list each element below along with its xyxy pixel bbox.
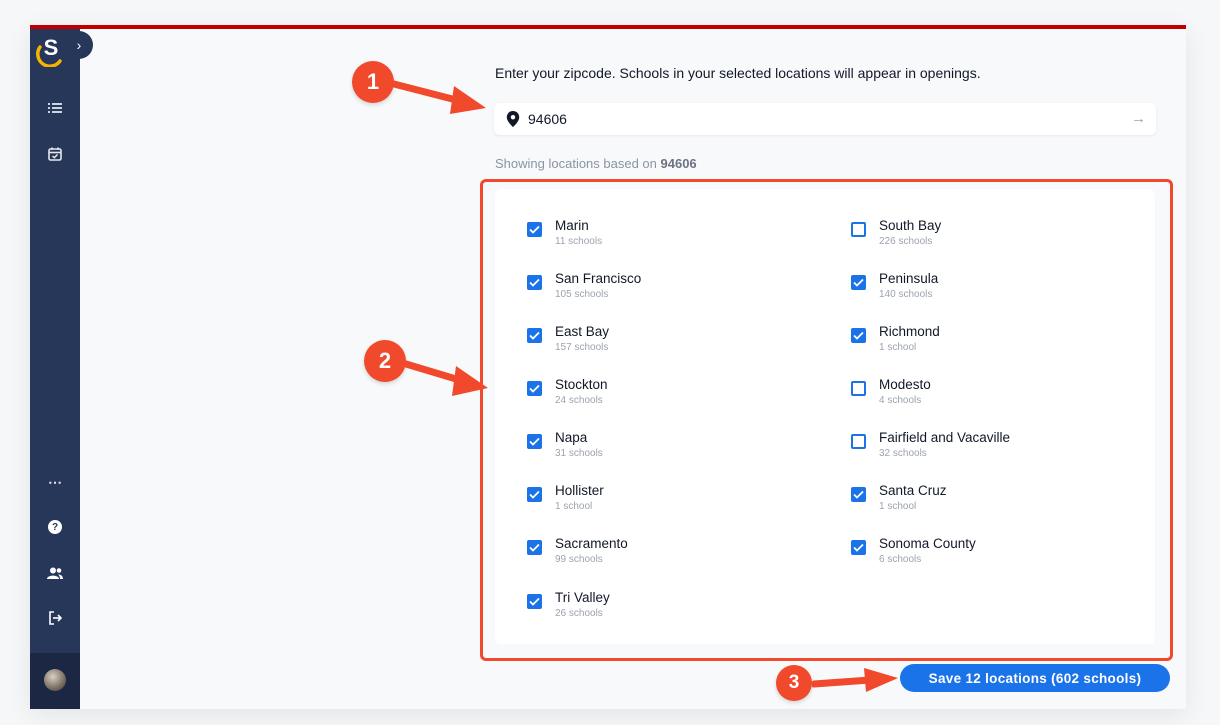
checkbox-checked[interactable] xyxy=(527,487,542,502)
location-name: Stockton xyxy=(555,377,608,392)
location-count: 26 schools xyxy=(555,608,603,619)
annotation-marker-1: 1 xyxy=(352,61,394,103)
checkbox-checked[interactable] xyxy=(527,381,542,396)
location-name: East Bay xyxy=(555,324,610,339)
people-icon[interactable] xyxy=(43,561,67,585)
help-icon[interactable]: ? xyxy=(43,515,67,539)
save-locations-button[interactable]: Save 12 locations (602 schools) xyxy=(900,664,1170,692)
location-pin-icon xyxy=(506,111,520,127)
location-name: Sacramento xyxy=(555,536,628,551)
location-count: 11 schools xyxy=(555,236,603,247)
logo-letter: S xyxy=(44,35,59,60)
arrow-right-icon[interactable]: → xyxy=(1131,110,1146,127)
location-count: 105 schools xyxy=(555,289,609,300)
checkbox-checked[interactable] xyxy=(527,540,542,555)
location-count: 226 schools xyxy=(879,236,933,247)
location-item-marin[interactable]: Marin 11 schools xyxy=(527,217,602,248)
showing-text: Showing locations based on 94606 xyxy=(495,156,697,171)
location-count: 1 school xyxy=(879,501,917,512)
checkbox-unchecked[interactable] xyxy=(851,381,866,396)
location-name: Sonoma County xyxy=(879,536,976,551)
location-item-east-bay[interactable]: East Bay 157 schools xyxy=(527,323,609,354)
location-count: 6 schools xyxy=(879,554,922,565)
checkbox-checked[interactable] xyxy=(527,434,542,449)
location-name: Fairfield and Vacaville xyxy=(879,430,1011,445)
location-item-tri-valley[interactable]: Tri Valley 26 schools xyxy=(527,589,610,620)
location-name: Marin xyxy=(555,218,589,233)
location-name: Modesto xyxy=(879,377,931,392)
logo: S xyxy=(34,33,66,68)
location-count: 140 schools xyxy=(879,289,933,300)
sidebar: S ⋯ ? xyxy=(30,29,80,709)
location-count: 1 school xyxy=(879,342,917,353)
location-name: San Francisco xyxy=(555,271,642,286)
checkbox-checked[interactable] xyxy=(527,222,542,237)
app-window: S ⋯ ? › Enter your zipcode. Schools in y… xyxy=(30,25,1186,709)
location-name: Napa xyxy=(555,430,588,445)
checkbox-checked[interactable] xyxy=(527,594,542,609)
zip-prompt: Enter your zipcode. Schools in your sele… xyxy=(495,65,981,81)
location-item-stockton[interactable]: Stockton 24 schools xyxy=(527,376,608,407)
location-item-sonoma-county[interactable]: Sonoma County 6 schools xyxy=(851,535,976,566)
annotation-arrow-1 xyxy=(392,80,486,114)
expand-sidebar-button[interactable]: › xyxy=(65,31,93,59)
checkbox-checked[interactable] xyxy=(851,275,866,290)
location-name: Santa Cruz xyxy=(879,483,947,498)
location-item-santa-cruz[interactable]: Santa Cruz 1 school xyxy=(851,482,947,513)
checkbox-checked[interactable] xyxy=(851,540,866,555)
calendar-check-icon[interactable] xyxy=(43,142,67,166)
location-item-hollister[interactable]: Hollister 1 school xyxy=(527,482,604,513)
locations-panel: Marin 11 schools San Francisco 105 schools… xyxy=(495,189,1155,644)
annotation-arrow-3 xyxy=(812,668,898,692)
location-item-fairfield-and-vacaville[interactable]: Fairfield and Vacaville 32 schools xyxy=(851,429,1010,460)
checkbox-unchecked[interactable] xyxy=(851,222,866,237)
location-name: Peninsula xyxy=(879,271,939,286)
checkbox-checked[interactable] xyxy=(851,328,866,343)
annotation-marker-3: 3 xyxy=(776,665,812,701)
checkbox-unchecked[interactable] xyxy=(851,434,866,449)
zip-input[interactable] xyxy=(526,110,1090,128)
location-name: Tri Valley xyxy=(555,590,610,605)
annotation-arrow-2 xyxy=(404,360,488,396)
location-item-san-francisco[interactable]: San Francisco 105 schools xyxy=(527,270,641,301)
location-count: 24 schools xyxy=(555,395,603,406)
sidebar-footer xyxy=(30,653,80,709)
location-count: 31 schools xyxy=(555,448,603,459)
list-icon[interactable] xyxy=(43,96,67,120)
location-item-sacramento[interactable]: Sacramento 99 schools xyxy=(527,535,628,566)
showing-zip: 94606 xyxy=(660,156,697,171)
location-name: Hollister xyxy=(555,483,604,498)
location-count: 99 schools xyxy=(555,554,603,565)
checkbox-checked[interactable] xyxy=(851,487,866,502)
zip-field[interactable]: → xyxy=(494,103,1156,135)
more-dots-icon[interactable]: ⋯ xyxy=(43,470,67,494)
location-item-napa[interactable]: Napa 31 schools xyxy=(527,429,603,460)
location-item-peninsula[interactable]: Peninsula 140 schools xyxy=(851,270,938,301)
checkbox-checked[interactable] xyxy=(527,328,542,343)
location-name: South Bay xyxy=(879,218,942,233)
location-count: 157 schools xyxy=(555,342,609,353)
location-name: Richmond xyxy=(879,324,940,339)
location-item-south-bay[interactable]: South Bay 226 schools xyxy=(851,217,941,248)
location-count: 1 school xyxy=(555,501,593,512)
logout-icon[interactable] xyxy=(43,606,67,630)
annotation-marker-2: 2 xyxy=(364,340,406,382)
location-count: 32 schools xyxy=(879,448,927,459)
avatar[interactable] xyxy=(44,669,66,691)
location-item-modesto[interactable]: Modesto 4 schools xyxy=(851,376,931,407)
location-count: 4 schools xyxy=(879,395,922,406)
location-item-richmond[interactable]: Richmond 1 school xyxy=(851,323,940,354)
checkbox-checked[interactable] xyxy=(527,275,542,290)
